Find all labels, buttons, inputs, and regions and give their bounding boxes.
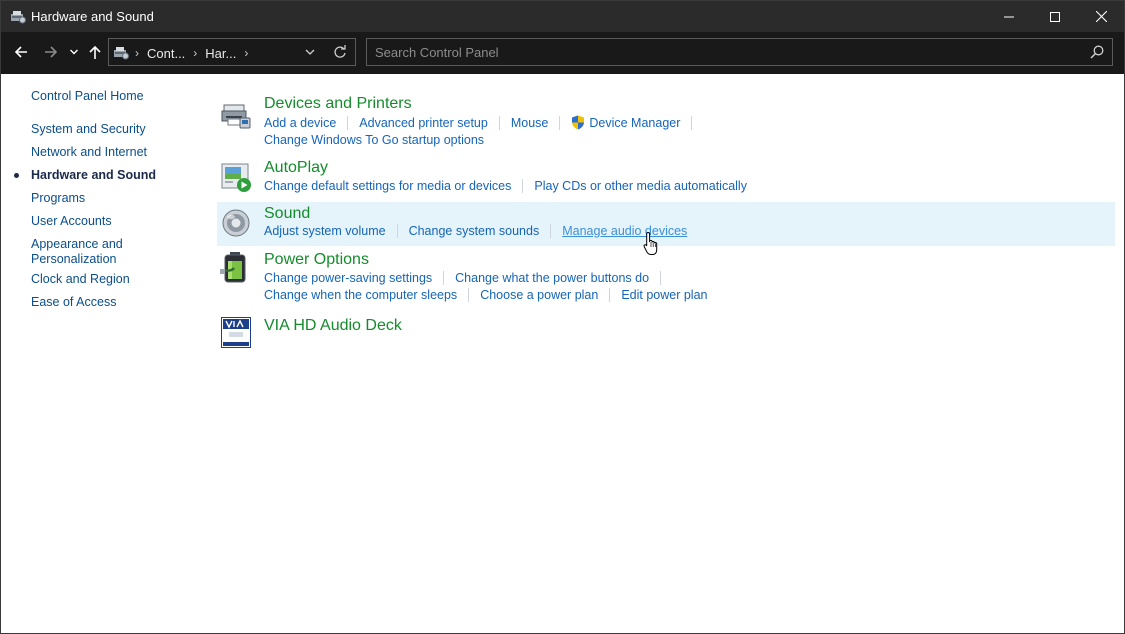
link-separator	[468, 288, 470, 302]
chevron-right-icon[interactable]: ›	[135, 46, 139, 60]
category-devices-and-printers: Devices and Printers Add a device Advanc…	[217, 95, 1115, 151]
via-hd-audio-deck-title[interactable]: VIA HD Audio Deck	[264, 317, 402, 335]
autoplay-icon	[220, 161, 252, 193]
link-separator	[347, 115, 349, 130]
hand-cursor-icon	[643, 231, 659, 262]
link-separator	[522, 179, 524, 193]
address-dropdown-button[interactable]	[305, 45, 315, 64]
category-via-hd-audio-deck: VIA HD Audio Deck	[217, 315, 1115, 351]
uac-shield-icon	[571, 115, 585, 130]
link-separator	[609, 288, 611, 302]
close-button[interactable]	[1078, 1, 1124, 32]
category-sound: Sound Adjust system volume Change system…	[217, 202, 1115, 246]
sidebar-item-system-and-security[interactable]: System and Security	[31, 122, 146, 137]
printer-icon	[220, 99, 252, 131]
change-power-saving-settings-link[interactable]: Change power-saving settings	[264, 271, 432, 285]
navigation-bar: › Cont... › Har... ›	[1, 32, 1124, 74]
title-bar: Hardware and Sound	[1, 1, 1124, 32]
link-separator	[691, 115, 693, 130]
sidebar-item-ease-of-access[interactable]: Ease of Access	[31, 295, 116, 310]
power-links-row-1: Change power-saving settings Change what…	[264, 271, 672, 285]
link-separator	[550, 224, 552, 238]
advanced-printer-setup-link[interactable]: Advanced printer setup	[359, 116, 488, 130]
forward-button[interactable]	[40, 41, 62, 63]
speaker-icon	[220, 207, 252, 239]
choose-a-power-plan-link[interactable]: Choose a power plan	[480, 288, 598, 302]
control-panel-icon	[113, 45, 131, 61]
chevron-down-icon	[70, 49, 78, 55]
search-box[interactable]	[366, 38, 1113, 66]
play-cds-link[interactable]: Play CDs or other media automatically	[534, 179, 747, 193]
link-separator	[396, 224, 398, 238]
devices-links-row-1: Add a device Advanced printer setup Mous…	[264, 115, 703, 130]
search-input[interactable]	[367, 39, 1067, 65]
close-icon	[1095, 11, 1107, 22]
category-power-options: Power Options Change power-saving settin…	[217, 251, 1115, 307]
sidebar-item-network-and-internet[interactable]: Network and Internet	[31, 145, 147, 160]
minimize-icon	[1004, 16, 1014, 17]
devices-and-printers-title[interactable]: Devices and Printers	[264, 95, 412, 113]
back-button[interactable]	[10, 41, 32, 63]
chevron-right-icon[interactable]: ›	[193, 46, 197, 60]
maximize-icon	[1050, 11, 1060, 22]
current-item-bullet	[14, 173, 19, 178]
sidebar-item-clock-and-region[interactable]: Clock and Region	[31, 272, 130, 287]
link-separator	[443, 271, 445, 285]
manage-audio-devices-link[interactable]: Manage audio devices	[562, 224, 687, 238]
power-options-title[interactable]: Power Options	[264, 251, 369, 269]
address-bar[interactable]: › Cont... › Har... ›	[108, 38, 356, 66]
autoplay-links-row: Change default settings for media or dev…	[264, 179, 747, 193]
sidebar-item-programs[interactable]: Programs	[31, 191, 85, 206]
change-windows-to-go-startup-options-link[interactable]: Change Windows To Go startup options	[264, 133, 484, 147]
change-power-buttons-link[interactable]: Change what the power buttons do	[455, 271, 649, 285]
control-panel-icon	[10, 9, 26, 24]
breadcrumb-item[interactable]: Cont...	[147, 46, 185, 61]
edit-power-plan-link[interactable]: Edit power plan	[621, 288, 707, 302]
arrow-up-icon	[89, 45, 101, 59]
window-title: Hardware and Sound	[31, 9, 154, 24]
battery-icon	[220, 251, 252, 283]
power-links-row-2: Change when the computer sleeps Choose a…	[264, 288, 708, 302]
chevron-down-icon	[305, 49, 315, 55]
control-panel-home-link[interactable]: Control Panel Home	[31, 89, 144, 104]
devices-links-row-2: Change Windows To Go startup options	[264, 133, 484, 147]
sidebar-item-appearance-and-personalization[interactable]: Appearance and Personalization	[31, 237, 127, 267]
adjust-system-volume-link[interactable]: Adjust system volume	[264, 224, 386, 238]
change-system-sounds-link[interactable]: Change system sounds	[409, 224, 540, 238]
mouse-link[interactable]: Mouse	[511, 116, 549, 130]
arrow-right-icon	[45, 46, 58, 58]
sidebar-item-user-accounts[interactable]: User Accounts	[31, 214, 112, 229]
change-when-computer-sleeps-link[interactable]: Change when the computer sleeps	[264, 288, 457, 302]
recent-locations-button[interactable]	[67, 41, 81, 63]
add-a-device-link[interactable]: Add a device	[264, 116, 336, 130]
left-pane: Control Panel Home System and Security N…	[1, 74, 211, 634]
maximize-button[interactable]	[1032, 1, 1078, 32]
refresh-button[interactable]	[333, 44, 347, 65]
category-autoplay: AutoPlay Change default settings for med…	[217, 159, 1115, 199]
breadcrumb: › Cont... › Har... ›	[113, 44, 256, 62]
search-icon[interactable]	[1090, 45, 1104, 64]
autoplay-title[interactable]: AutoPlay	[264, 159, 328, 177]
minimize-button[interactable]	[986, 1, 1032, 32]
via-audio-logo-icon	[221, 317, 253, 349]
up-button[interactable]	[85, 41, 105, 63]
link-separator	[660, 271, 662, 285]
arrow-left-icon	[14, 46, 27, 58]
sound-links-row: Adjust system volume Change system sound…	[264, 224, 687, 238]
link-separator	[498, 115, 500, 130]
chevron-right-icon[interactable]: ›	[244, 46, 248, 60]
device-manager-link[interactable]: Device Manager	[589, 116, 680, 130]
control-panel-window: Hardware and Sound › Cont... › Har... › …	[0, 0, 1125, 634]
breadcrumb-item[interactable]: Har...	[205, 46, 236, 61]
sidebar-item-hardware-and-sound: Hardware and Sound	[31, 168, 157, 182]
sound-title[interactable]: Sound	[264, 205, 310, 223]
link-separator	[559, 115, 561, 130]
change-default-settings-link[interactable]: Change default settings for media or dev…	[264, 179, 511, 193]
refresh-icon	[334, 45, 346, 58]
